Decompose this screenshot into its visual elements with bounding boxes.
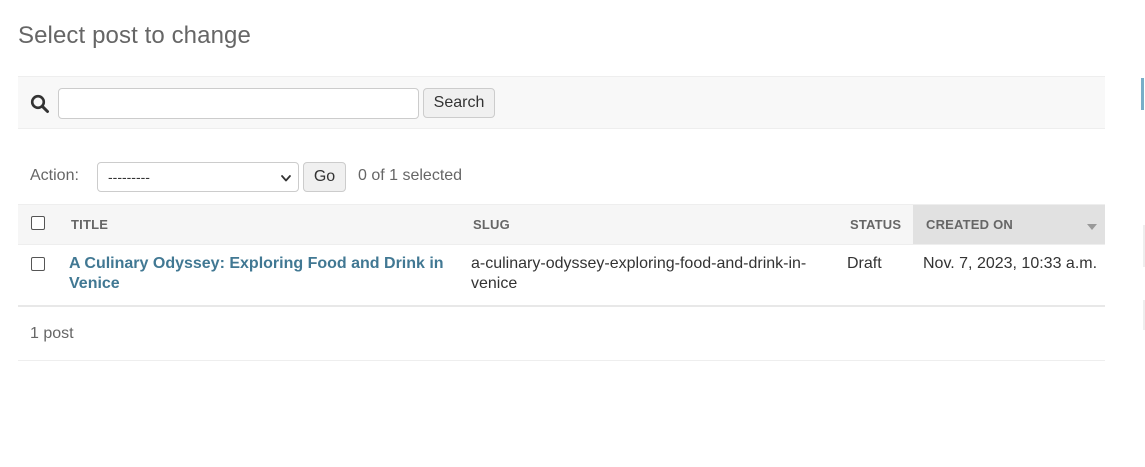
selection-counter: 0 of 1 selected <box>358 167 463 184</box>
table-row: A Culinary Odyssey: Exploring Food and D… <box>18 245 1105 307</box>
search-button[interactable]: Search <box>423 88 495 118</box>
results-table: TITLE SLUG STATUS CREATED ON A Culinary … <box>18 204 1105 307</box>
sidebar-edge-accent <box>1141 78 1144 110</box>
action-label: Action: <box>30 167 79 184</box>
paginator: 1 post <box>18 308 1105 361</box>
go-button[interactable]: Go <box>303 162 346 192</box>
row-select-checkbox[interactable] <box>31 257 45 271</box>
row-status-cell: Draft <box>847 255 882 272</box>
column-header-status[interactable]: STATUS <box>850 205 910 244</box>
chevron-down-icon <box>281 175 291 182</box>
action-select[interactable]: --------- <box>97 162 299 192</box>
row-slug-cell: a-culinary-odyssey-exploring-food-and-dr… <box>471 255 807 292</box>
column-header-created-on-label: CREATED ON <box>926 217 1013 232</box>
table-header: TITLE SLUG STATUS CREATED ON <box>18 204 1105 245</box>
result-count: 1 post <box>30 325 74 342</box>
row-created-on-cell: Nov. 7, 2023, 10:33 a.m. <box>923 255 1098 272</box>
search-icon <box>30 94 49 113</box>
column-header-slug[interactable]: SLUG <box>473 205 593 244</box>
action-select-value: --------- <box>108 169 150 185</box>
row-title-cell: A Culinary Odyssey: Exploring Food and D… <box>69 254 449 294</box>
column-header-title[interactable]: TITLE <box>71 205 191 244</box>
column-header-created-on[interactable]: CREATED ON <box>913 205 1105 244</box>
select-all-checkbox[interactable] <box>31 216 45 230</box>
search-toolbar: Search <box>18 76 1105 129</box>
search-input[interactable] <box>58 88 419 119</box>
post-title-link[interactable]: A Culinary Odyssey: Exploring Food and D… <box>69 255 444 292</box>
page-title: Select post to change <box>18 22 251 49</box>
sort-desc-icon[interactable] <box>1087 224 1097 230</box>
